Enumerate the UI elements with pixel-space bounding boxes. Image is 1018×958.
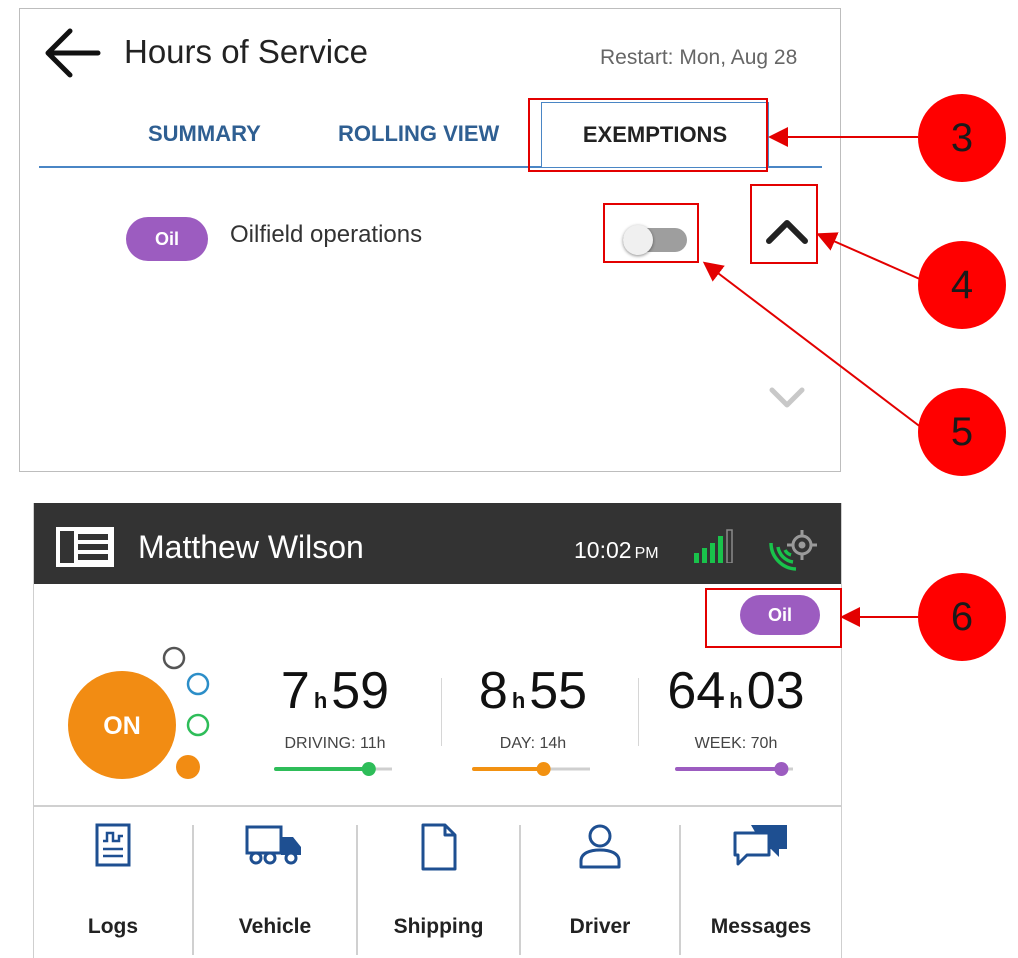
nav-messages-label: Messages xyxy=(710,915,812,938)
exemption-label: Oilfield operations xyxy=(230,221,423,248)
day-clock: 8 h55 DAY: 14h xyxy=(458,663,608,783)
annotation-box-6 xyxy=(705,588,842,648)
status-driving-dot xyxy=(186,713,210,737)
annotation-box-5 xyxy=(603,203,699,263)
clock-divider xyxy=(441,678,442,746)
clock-ampm: PM xyxy=(634,545,659,562)
signal-icon xyxy=(694,529,733,563)
tab-rolling-view[interactable]: ROLLING VIEW xyxy=(338,121,499,147)
driving-clock: 7 h59 DRIVING: 11h xyxy=(260,663,410,783)
nav-vehicle[interactable]: Vehicle xyxy=(194,815,356,955)
gps-icon xyxy=(769,530,817,571)
week-limit-label: WEEK: 70h xyxy=(694,735,778,752)
callout-3: 3 xyxy=(918,94,1006,182)
oil-exemption-badge: Oil xyxy=(126,217,208,261)
nav-messages[interactable]: Messages xyxy=(681,815,841,955)
callout-4: 4 xyxy=(918,241,1006,329)
duty-status-indicator[interactable]: ON xyxy=(62,641,222,791)
status-on-dot xyxy=(176,755,200,779)
page-title: Hours of Service xyxy=(124,33,368,70)
nav-vehicle-label: Vehicle xyxy=(238,915,312,938)
day-progress-bar xyxy=(472,762,590,776)
nav-shipping[interactable]: Shipping xyxy=(358,815,519,955)
day-limit-label: DAY: 14h xyxy=(499,735,567,752)
nav-driver-label: Driver xyxy=(569,915,631,938)
driving-progress-bar xyxy=(274,762,392,776)
current-time: 10:02 PM xyxy=(574,537,659,564)
back-arrow-icon[interactable] xyxy=(40,23,102,83)
nav-divider xyxy=(34,805,841,807)
week-clock: 64 h03 WEEK: 70h xyxy=(661,663,811,783)
menu-icon[interactable] xyxy=(56,527,114,567)
annotation-box-3 xyxy=(528,98,768,172)
header-bar: Matthew Wilson 10:02 PM xyxy=(34,503,841,584)
status-sleeper-dot xyxy=(186,672,210,696)
annotation-box-4 xyxy=(750,184,818,264)
callout-6: 6 xyxy=(918,573,1006,661)
clock-divider xyxy=(638,678,639,746)
nav-logs-label: Logs xyxy=(87,915,139,938)
nav-driver[interactable]: Driver xyxy=(521,815,679,955)
status-off-dot xyxy=(162,646,186,670)
restart-date: Restart: Mon, Aug 28 xyxy=(600,46,798,69)
truck-icon xyxy=(245,825,301,865)
driver-dashboard: Matthew Wilson 10:02 PM Oil ON 7 h59 DRI… xyxy=(33,503,842,958)
chevron-down-icon[interactable] xyxy=(762,377,812,417)
duty-status-label: ON xyxy=(103,712,141,740)
nav-shipping-label: Shipping xyxy=(393,915,484,938)
hours-of-service-panel: Hours of Service Restart: Mon, Aug 28 SU… xyxy=(19,8,841,472)
driving-limit-label: DRIVING: 11h xyxy=(284,735,386,752)
nav-logs[interactable]: Logs xyxy=(34,815,192,955)
chat-icon xyxy=(733,825,787,866)
person-icon xyxy=(579,824,621,869)
callout-5: 5 xyxy=(918,388,1006,476)
clock-time: 10:02 xyxy=(574,537,632,563)
week-progress-bar xyxy=(675,762,793,776)
logs-icon xyxy=(95,823,131,867)
day-time: 8 h55 xyxy=(478,662,588,720)
week-time: 64 h03 xyxy=(667,662,805,720)
driver-name: Matthew Wilson xyxy=(138,529,364,565)
driving-time: 7 h59 xyxy=(280,662,390,720)
document-icon xyxy=(421,823,456,871)
tab-summary[interactable]: SUMMARY xyxy=(148,121,261,147)
